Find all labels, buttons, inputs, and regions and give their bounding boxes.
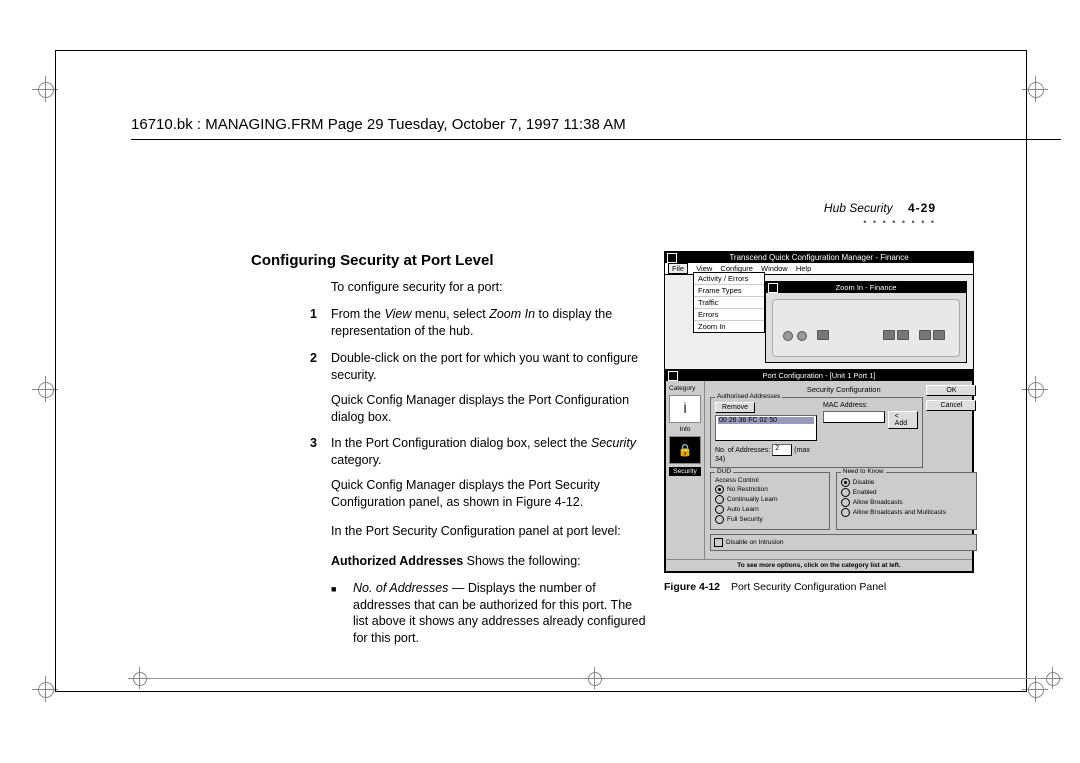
access-control-label: Access Control bbox=[715, 477, 825, 484]
hub-image[interactable] bbox=[772, 299, 960, 357]
paragraph: In the Port Security Configuration panel… bbox=[331, 523, 646, 540]
mac-input[interactable] bbox=[823, 411, 885, 423]
crop-mark-icon bbox=[1026, 380, 1044, 398]
step-number: 1 bbox=[251, 306, 331, 340]
crop-mark-icon bbox=[36, 80, 54, 98]
app-titlebar: Transcend Quick Configuration Manager - … bbox=[665, 252, 973, 263]
running-head: Hub Security 4-29 bbox=[824, 201, 936, 215]
figure-4-12: Transcend Quick Configuration Manager - … bbox=[664, 251, 974, 593]
crop-mark-icon bbox=[36, 680, 54, 698]
dialog-footer-note: To see more options, click on the catego… bbox=[666, 559, 972, 571]
zoom-window: Zoom In - Finance bbox=[765, 281, 967, 363]
crop-mark-icon bbox=[1044, 670, 1060, 686]
crop-mark-icon bbox=[131, 670, 147, 686]
menu-help[interactable]: Help bbox=[796, 264, 811, 273]
remove-button[interactable]: Remove bbox=[715, 402, 755, 413]
lock-icon[interactable]: 🔒 bbox=[669, 436, 701, 464]
addr-count-field[interactable]: 2 bbox=[772, 444, 792, 456]
category-info[interactable]: Info bbox=[669, 426, 701, 433]
category-label: Category bbox=[669, 385, 701, 392]
radio-no-restriction[interactable]: No Restriction bbox=[715, 485, 825, 494]
dud-group: DUD Access Control No Restriction Contin… bbox=[710, 472, 830, 530]
bullet-item: ■ No. of Addresses — Displays the number… bbox=[331, 580, 646, 648]
menu-window[interactable]: Window bbox=[761, 264, 788, 273]
system-menu-icon[interactable] bbox=[768, 283, 778, 293]
menu-file[interactable]: File bbox=[668, 263, 688, 274]
disable-on-intrusion-check[interactable]: Disable on Intrusion bbox=[714, 538, 973, 547]
menu-item[interactable]: Errors bbox=[694, 309, 764, 321]
decorative-dots: • • • • • • • • bbox=[863, 217, 936, 227]
need-to-know-group: Need to Know Disable Enabled Allow Broad… bbox=[836, 472, 978, 530]
paragraph: Authorized Addresses Shows the following… bbox=[331, 553, 646, 570]
cancel-button[interactable]: Cancel bbox=[926, 400, 976, 411]
doc-header-line: 16710.bk : MANAGING.FRM Page 29 Tuesday,… bbox=[131, 116, 1061, 140]
step-2: 2 Double-click on the port for which you… bbox=[251, 350, 646, 426]
menu-item[interactable]: Traffic bbox=[694, 297, 764, 309]
disable-on-intrusion-row: Disable on Intrusion bbox=[710, 534, 977, 551]
mac-label: MAC Address: bbox=[823, 402, 918, 409]
port-config-dialog: Port Configuration - [Unit 1 Port 1] Cat… bbox=[665, 369, 973, 572]
menu-item[interactable]: Frame Types bbox=[694, 285, 764, 297]
category-panel: Category İ Info 🔒 Security bbox=[666, 381, 705, 559]
radio-auto-learn[interactable]: Auto Learn bbox=[715, 505, 825, 514]
system-menu-icon[interactable] bbox=[668, 371, 678, 381]
menu-item[interactable]: Activity / Errors bbox=[694, 273, 764, 285]
menu-item[interactable]: Zoom In bbox=[694, 321, 764, 332]
authorised-addresses-group: Authorised Addresses Remove 00 26 36 FC … bbox=[710, 397, 923, 468]
zoom-titlebar: Zoom In - Finance bbox=[766, 282, 966, 293]
radio-allow-broadcasts[interactable]: Allow Broadcasts bbox=[841, 498, 973, 507]
radio-disable[interactable]: Disable bbox=[841, 478, 973, 487]
view-menu-flyout: Activity / Errors Frame Types Traffic Er… bbox=[693, 272, 765, 333]
running-section: Hub Security bbox=[824, 201, 893, 215]
crop-mark-icon bbox=[1026, 80, 1044, 98]
running-page-number: 4-29 bbox=[908, 201, 936, 215]
system-menu-icon[interactable] bbox=[667, 253, 677, 263]
category-security[interactable]: Security bbox=[669, 467, 701, 476]
page-frame: 16710.bk : MANAGING.FRM Page 29 Tuesday,… bbox=[55, 50, 1027, 692]
crop-mark-icon bbox=[36, 380, 54, 398]
add-button[interactable]: < Add bbox=[888, 411, 919, 429]
ok-button[interactable]: OK bbox=[926, 385, 976, 396]
crop-mark-icon bbox=[1026, 680, 1044, 698]
step-3: 3 In the Port Configuration dialog box, … bbox=[251, 435, 646, 511]
intro-text: To configure security for a port: bbox=[331, 279, 646, 296]
radio-enabled[interactable]: Enabled bbox=[841, 488, 973, 497]
step-number: 3 bbox=[251, 435, 331, 511]
app-window: Transcend Quick Configuration Manager - … bbox=[664, 251, 974, 573]
radio-continually-learn[interactable]: Continually Learn bbox=[715, 495, 825, 504]
crop-mark-icon bbox=[586, 670, 602, 686]
address-list[interactable]: 00 26 36 FC 02 50 bbox=[715, 415, 817, 441]
main-text-column: Configuring Security at Port Level To co… bbox=[251, 251, 646, 653]
radio-allow-bc-mc[interactable]: Allow Broadcasts and Multicasts bbox=[841, 508, 973, 517]
bullet-icon: ■ bbox=[331, 580, 353, 648]
figure-caption: Figure 4-12 Port Security Configuration … bbox=[664, 581, 974, 593]
no-of-addresses: No. of Addresses: 2 (max 34) bbox=[715, 444, 817, 463]
step-number: 2 bbox=[251, 350, 331, 426]
radio-full-security[interactable]: Full Security bbox=[715, 515, 825, 524]
step-1: 1 From the View menu, select Zoom In to … bbox=[251, 306, 646, 340]
dialog-titlebar: Port Configuration - [Unit 1 Port 1] bbox=[666, 370, 972, 381]
section-heading: Configuring Security at Port Level bbox=[251, 251, 646, 271]
info-icon[interactable]: İ bbox=[669, 395, 701, 423]
security-panel: OK Cancel Security Configuration Authori… bbox=[705, 381, 982, 559]
